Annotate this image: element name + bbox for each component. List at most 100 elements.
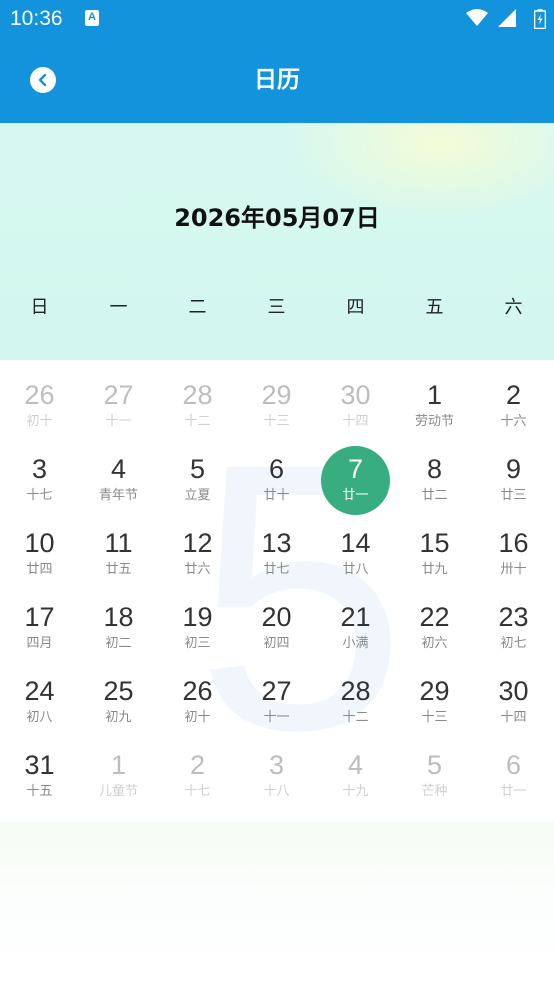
day-number: 8 (426, 454, 443, 484)
day-number: 4 (110, 454, 127, 484)
notification-icon-label: A (88, 11, 96, 23)
day-cell[interactable]: 31 十五 (0, 730, 79, 804)
day-cell[interactable]: 20 初四 (237, 582, 316, 656)
day-number: 14 (340, 528, 371, 558)
day-number: 20 (261, 602, 292, 632)
lunar-date: 十三 (421, 710, 448, 725)
day-cell[interactable]: 28 十二 (316, 656, 395, 730)
notification-icon: A (85, 10, 99, 26)
lunar-date: 劳动节 (414, 414, 454, 429)
day-cell[interactable]: 30 十四 (316, 360, 395, 434)
page-title: 日历 (254, 67, 300, 93)
day-number: 21 (340, 602, 371, 632)
weekday-thu: 四 (346, 297, 365, 318)
day-number: 2 (505, 380, 522, 410)
day-cell[interactable]: 1 劳动节 (395, 360, 474, 434)
day-number: 12 (182, 528, 213, 558)
day-cell[interactable]: 14 廿八 (316, 508, 395, 582)
day-cell[interactable]: 27 十一 (237, 656, 316, 730)
day-number: 26 (182, 676, 213, 706)
lunar-date: 初六 (421, 636, 448, 651)
day-number: 4 (347, 750, 364, 780)
lunar-date: 芒种 (421, 784, 448, 799)
weekday-sun: 日 (30, 297, 49, 318)
day-cell[interactable]: 30 十四 (474, 656, 553, 730)
chevron-left-icon (38, 73, 47, 87)
lunar-date: 廿一 (500, 784, 527, 799)
day-cell[interactable]: 2 十七 (158, 730, 237, 804)
day-number: 30 (498, 676, 529, 706)
current-date-title: 2026年05月07日 (174, 204, 380, 232)
day-cell[interactable]: 10 廿四 (0, 508, 79, 582)
day-number: 6 (505, 750, 522, 780)
day-cell[interactable]: 26 初十 (158, 656, 237, 730)
day-cell[interactable]: 4 十九 (316, 730, 395, 804)
day-cell[interactable]: 2 十六 (474, 360, 553, 434)
lunar-date: 十四 (342, 414, 369, 429)
lunar-date: 十七 (26, 488, 53, 503)
day-cell[interactable]: 22 初六 (395, 582, 474, 656)
back-button[interactable] (30, 67, 56, 93)
day-number: 26 (24, 380, 55, 410)
lunar-date: 初三 (184, 636, 211, 651)
lunar-date: 初九 (105, 710, 132, 725)
day-cell[interactable]: 12 廿六 (158, 508, 237, 582)
day-cell[interactable]: 21 小满 (316, 582, 395, 656)
day-number: 24 (24, 676, 55, 706)
day-cell[interactable]: 29 十三 (395, 656, 474, 730)
day-cell[interactable]: 24 初八 (0, 656, 79, 730)
day-number: 28 (182, 380, 213, 410)
day-cell[interactable]: 1 儿童节 (79, 730, 158, 804)
day-number: 17 (24, 602, 55, 632)
day-number: 29 (261, 380, 292, 410)
day-cell[interactable]: 3 十七 (0, 434, 79, 508)
day-cell[interactable]: 26 初十 (0, 360, 79, 434)
day-cell[interactable]: 19 初三 (158, 582, 237, 656)
day-cell[interactable]: 6 廿一 (474, 730, 553, 804)
day-cell[interactable]: 5 芒种 (395, 730, 474, 804)
day-number: 1 (110, 750, 127, 780)
day-cell[interactable]: 29 十三 (237, 360, 316, 434)
day-cell[interactable]: 5 立夏 (158, 434, 237, 508)
footer-area (0, 822, 554, 984)
lunar-date: 十八 (263, 784, 290, 799)
lunar-date: 十五 (26, 784, 53, 799)
weekday-fri: 五 (425, 297, 444, 318)
lunar-date: 廿二 (421, 488, 448, 503)
day-cell[interactable]: 11 廿五 (79, 508, 158, 582)
day-cell[interactable]: 8 廿二 (395, 434, 474, 508)
day-cell[interactable]: 13 廿七 (237, 508, 316, 582)
day-cell[interactable]: 27 十一 (79, 360, 158, 434)
lunar-date: 十六 (500, 414, 527, 429)
lunar-date: 青年节 (98, 488, 138, 503)
weekday-sat: 六 (504, 297, 523, 318)
calendar-grid: 5 26 初十 27 十一 28 十二 29 十三 30 十四 1 劳动节 2 十六 3 十七 4 青年节 5 立夏 6… (0, 360, 554, 822)
day-cell[interactable]: 9 廿三 (474, 434, 553, 508)
day-number: 6 (268, 454, 285, 484)
day-cell[interactable]: 16 卅十 (474, 508, 553, 582)
calendar-header: 2026年05月07日 日 一 二 三 四 五 六 (0, 123, 554, 360)
day-cell[interactable]: 23 初七 (474, 582, 553, 656)
lunar-date: 廿十 (263, 488, 290, 503)
lunar-date: 十四 (500, 710, 527, 725)
day-number: 18 (103, 602, 134, 632)
status-bar: 10:36 A (0, 0, 554, 38)
lunar-date: 十七 (184, 784, 211, 799)
day-cell[interactable]: 3 十八 (237, 730, 316, 804)
day-cell[interactable]: 28 十二 (158, 360, 237, 434)
day-cell-selected[interactable]: 7 廿一 (316, 434, 395, 515)
day-cell[interactable]: 4 青年节 (79, 434, 158, 508)
lunar-date: 廿九 (421, 562, 448, 577)
day-number: 25 (103, 676, 134, 706)
lunar-date: 初十 (184, 710, 211, 725)
lunar-date: 廿四 (26, 562, 53, 577)
day-cell[interactable]: 17 四月 (0, 582, 79, 656)
day-cell[interactable]: 18 初二 (79, 582, 158, 656)
lunar-date: 十二 (342, 710, 369, 725)
day-number: 29 (419, 676, 450, 706)
day-cell[interactable]: 15 廿九 (395, 508, 474, 582)
day-cell[interactable]: 6 廿十 (237, 434, 316, 508)
lunar-date: 廿三 (500, 488, 527, 503)
day-number: 31 (24, 750, 55, 780)
day-cell[interactable]: 25 初九 (79, 656, 158, 730)
